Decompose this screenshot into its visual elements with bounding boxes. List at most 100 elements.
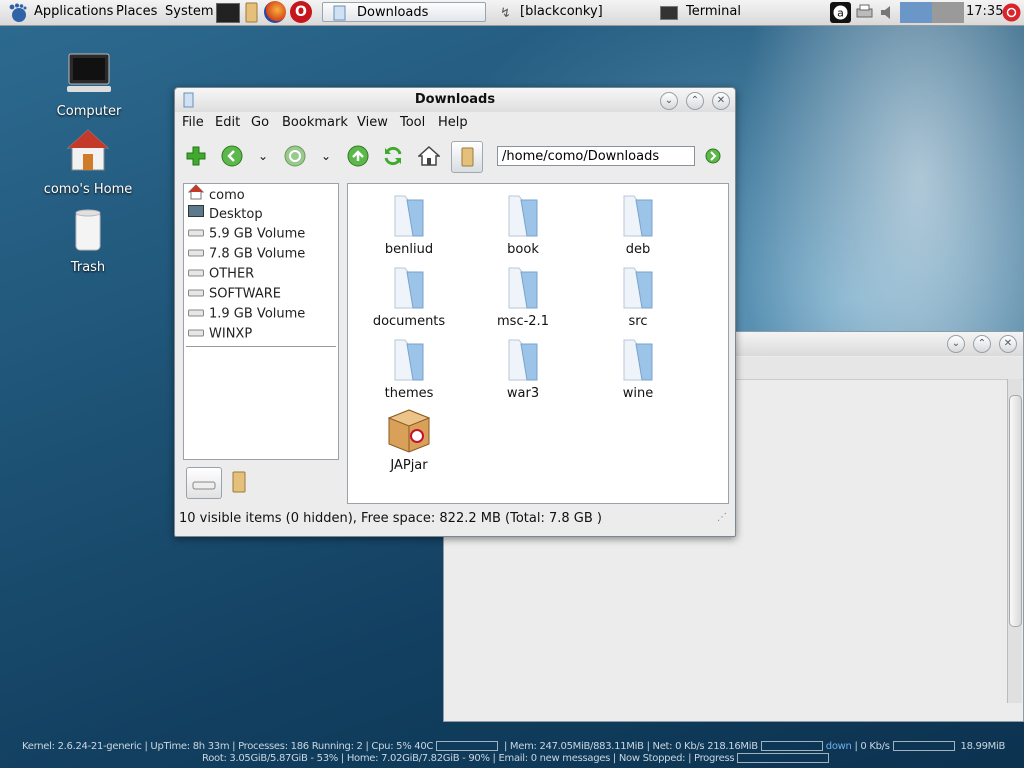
task-terminal[interactable]: Terminal [652,2,822,22]
tray-a-icon[interactable]: a [830,2,851,23]
gnome-foot-icon[interactable] [6,2,28,28]
drive-icon [188,224,204,244]
go-arrow-icon[interactable] [705,148,721,164]
conky-kernel: Kernel: 2.6.24-21-generic [22,741,142,752]
sidebar-places: como Desktop 5.9 GB Volume 7.8 GB Volume… [183,183,339,460]
file-name: wine [622,386,654,401]
file-view[interactable]: benliud book deb documents msc-2.1 src t… [347,183,729,504]
sidebar-item-desktop[interactable]: Desktop [188,204,263,224]
folder-icon [508,195,538,237]
file-name: war3 [506,386,540,401]
up-arrow-icon[interactable] [347,145,369,167]
desktop-icon-trash[interactable]: Trash [38,208,138,275]
file-item[interactable]: book [473,190,573,257]
file-name: deb [625,242,651,257]
forward-arrow-icon[interactable] [284,145,306,167]
task-label: [blackconky] [520,4,603,19]
scrollbar-thumb[interactable] [1009,395,1022,627]
file-item[interactable]: wine [588,334,688,401]
back-history-chevron-down-icon[interactable]: ⌄ [256,145,270,167]
file-manager-launcher-icon[interactable] [244,2,260,27]
window-titlebar[interactable]: Downloads [175,88,735,112]
file-item[interactable]: themes [359,334,459,401]
desktop-icon-home[interactable]: como's Home [38,126,138,197]
volume-icon[interactable] [877,2,898,23]
sidebar-item-como[interactable]: como [187,184,245,204]
workspace-switcher-1[interactable] [900,2,932,23]
minimize-button[interactable]: ⌄ [947,335,965,353]
file-item[interactable]: documents [359,262,459,329]
menu-places[interactable]: Places [116,4,157,19]
sidebar-item-winxp[interactable]: WINXP [188,324,252,344]
conky-progress-bar [737,753,830,763]
window-menu-icon[interactable] [183,92,195,112]
clock[interactable]: 17:35 [966,4,1003,19]
sidebar-item-label: SOFTWARE [209,286,281,302]
reload-icon[interactable] [382,145,404,167]
back-arrow-icon[interactable] [221,145,243,167]
folder-task-icon [333,5,347,28]
conky-progress: Progress [694,753,735,764]
maximize-button[interactable]: ⌃ [686,92,704,110]
sidebar-item-software[interactable]: SOFTWARE [188,284,281,304]
menu-view[interactable]: View [357,115,388,130]
desktop-icon-computer[interactable]: Computer [39,52,139,119]
conky-net: Net: 0 Kb/s 218.16MiB [652,741,759,752]
sidebar-item-volume-7-8[interactable]: 7.8 GB Volume [188,244,305,264]
close-button[interactable]: ✕ [712,92,730,110]
folder-icon [623,195,653,237]
workspace-switcher-2[interactable] [932,2,964,23]
menu-applications[interactable]: Applications [34,4,113,19]
minimize-button[interactable]: ⌄ [660,92,678,110]
printer-icon[interactable] [854,2,875,23]
menu-system[interactable]: System [165,4,213,19]
conky-cpu-graph [436,741,499,751]
conky-now-playing: Now Stopped: [618,753,686,764]
sidebar-item-volume-1-9[interactable]: 1.9 GB Volume [188,304,305,324]
sidebar-toggle-button[interactable] [451,141,483,173]
close-button[interactable]: ✕ [999,335,1017,353]
file-manager-window[interactable]: Downloads ⌄ ⌃ ✕ File Edit Go Bookmark Vi… [174,87,736,537]
file-item[interactable]: msc-2.1 [473,262,573,329]
shutdown-icon[interactable] [1001,2,1022,23]
sidebar-item-volume-5-9[interactable]: 5.9 GB Volume [188,224,305,244]
home-icon[interactable] [417,145,441,167]
file-item[interactable]: war3 [473,334,573,401]
sidebar-item-other[interactable]: OTHER [188,264,254,284]
folder-icon [394,267,424,309]
file-item[interactable]: deb [588,190,688,257]
menu-edit[interactable]: Edit [215,115,240,130]
file-item[interactable]: benliud [359,190,459,257]
maximize-button[interactable]: ⌃ [973,335,991,353]
task-downloads[interactable]: Downloads [322,2,486,22]
menu-bookmark[interactable]: Bookmark [282,115,348,130]
new-tab-plus-icon[interactable] [185,145,207,167]
file-item[interactable]: src [588,262,688,329]
conky-up-total: 18.99MiB [960,741,1006,752]
task-blackconky[interactable]: ↯ [blackconky] [486,2,646,22]
firefox-launcher-icon[interactable] [264,1,286,23]
menu-tool[interactable]: Tool [400,115,425,130]
desktop-icon-label: como's Home [43,182,133,197]
debian-package-icon [387,409,431,453]
conky-up-graph [892,741,955,751]
vertical-scrollbar[interactable] [1007,379,1022,703]
menu-help[interactable]: Help [438,115,468,130]
conky-task-icon: ↯ [500,6,511,21]
location-input[interactable] [497,146,695,166]
places-tab-drive-icon[interactable] [186,467,222,499]
opera-launcher-icon[interactable]: O [290,1,312,23]
file-item[interactable]: JAPjar [359,406,459,473]
folder-icon [508,267,538,309]
resize-grip-icon[interactable]: ⋰ [717,512,727,523]
conky-down-graph [760,741,823,751]
menu-file[interactable]: File [182,115,204,130]
terminal-launcher-icon[interactable] [216,3,240,23]
conky-mem: Mem: 247.05MiB/883.11MiB [509,741,644,752]
task-label: Terminal [686,4,741,19]
file-name: book [507,242,539,257]
menu-go[interactable]: Go [251,115,269,130]
task-label: Downloads [357,5,429,20]
forward-history-chevron-down-icon[interactable]: ⌄ [319,145,333,167]
tree-tab-folder-icon[interactable] [229,470,249,498]
